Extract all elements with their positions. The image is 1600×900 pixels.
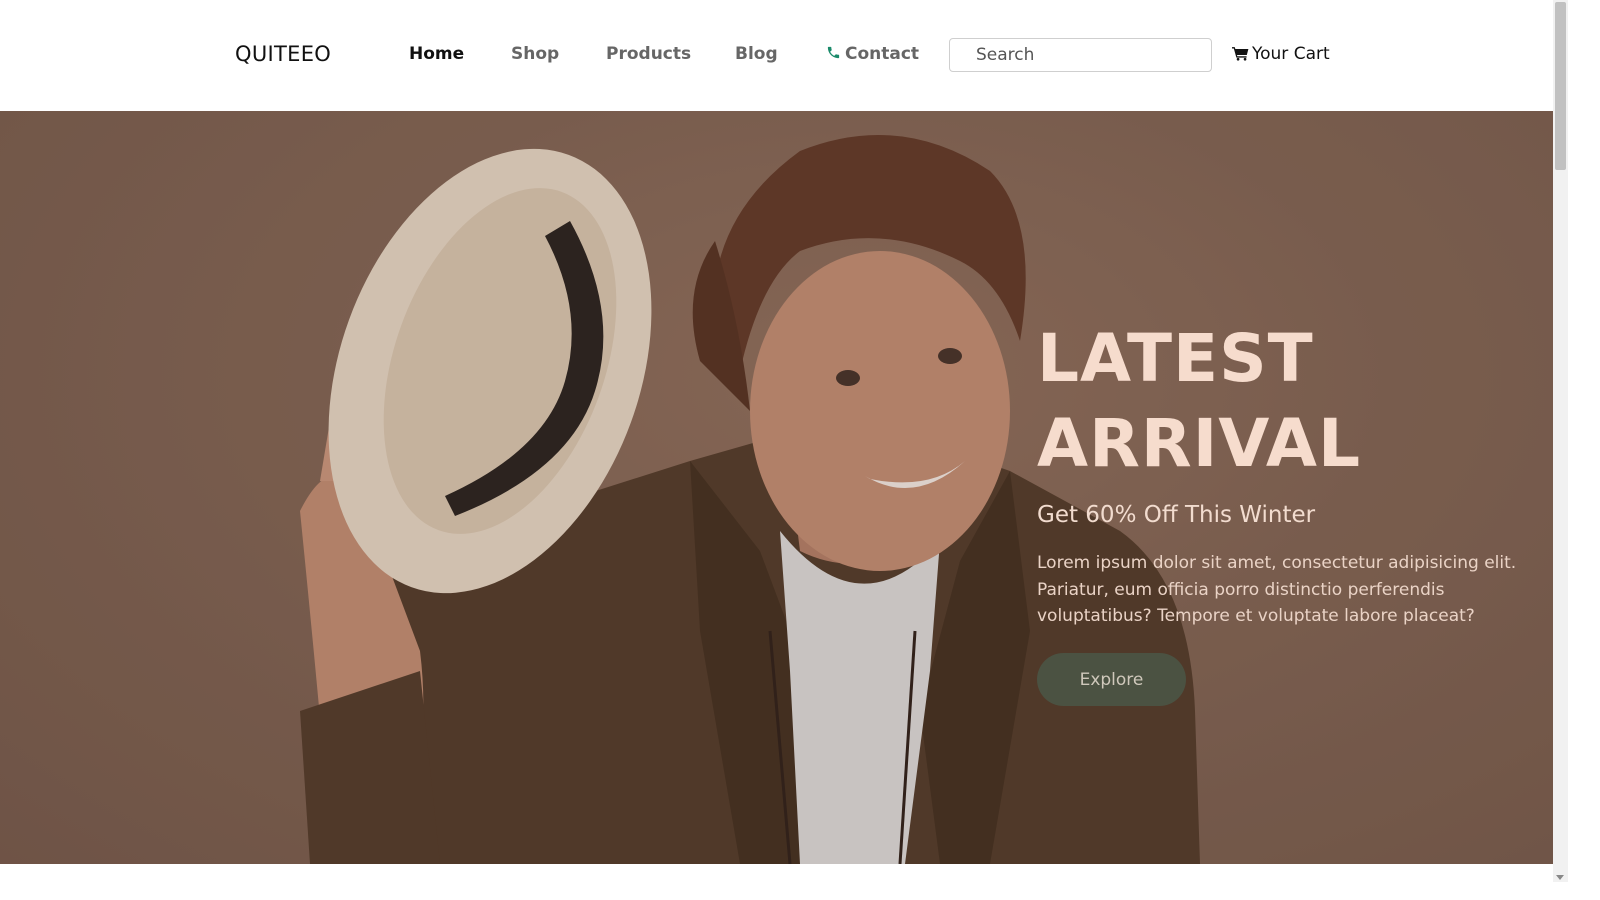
brand-logo[interactable]: QUITEEO — [235, 42, 331, 66]
nav-products[interactable]: Products — [606, 44, 691, 64]
scrollbar-thumb[interactable] — [1555, 2, 1566, 170]
nav-shop[interactable]: Shop — [511, 44, 559, 64]
hero-banner: LATEST ARRIVAL Get 60% Off This Winter L… — [0, 111, 1553, 864]
scroll-down-arrow-icon[interactable] — [1556, 875, 1564, 880]
hero-content: LATEST ARRIVAL Get 60% Off This Winter L… — [1037, 316, 1537, 706]
hero-title-line2: ARRIVAL — [1037, 405, 1362, 482]
cart-link[interactable]: Your Cart — [1232, 44, 1330, 64]
explore-button[interactable]: Explore — [1037, 653, 1186, 706]
hero-title: LATEST ARRIVAL — [1037, 316, 1537, 486]
hero-subtitle: Get 60% Off This Winter — [1037, 502, 1316, 528]
nav-blog[interactable]: Blog — [735, 44, 778, 64]
search-input[interactable] — [949, 38, 1212, 72]
hero-description: Lorem ipsum dolor sit amet, consectetur … — [1037, 553, 1517, 626]
navbar: QUITEEO Home Shop Products Blog Contact … — [0, 0, 1553, 111]
hero-title-line1: LATEST — [1037, 320, 1314, 397]
nav-contact[interactable]: Contact — [826, 44, 919, 64]
nav-contact-label: Contact — [845, 44, 920, 64]
phone-icon — [827, 46, 840, 59]
cart-label: Your Cart — [1252, 44, 1330, 64]
nav-home[interactable]: Home — [409, 44, 464, 64]
page-scrollbar[interactable] — [1553, 0, 1568, 882]
shopping-cart-icon — [1232, 47, 1249, 61]
